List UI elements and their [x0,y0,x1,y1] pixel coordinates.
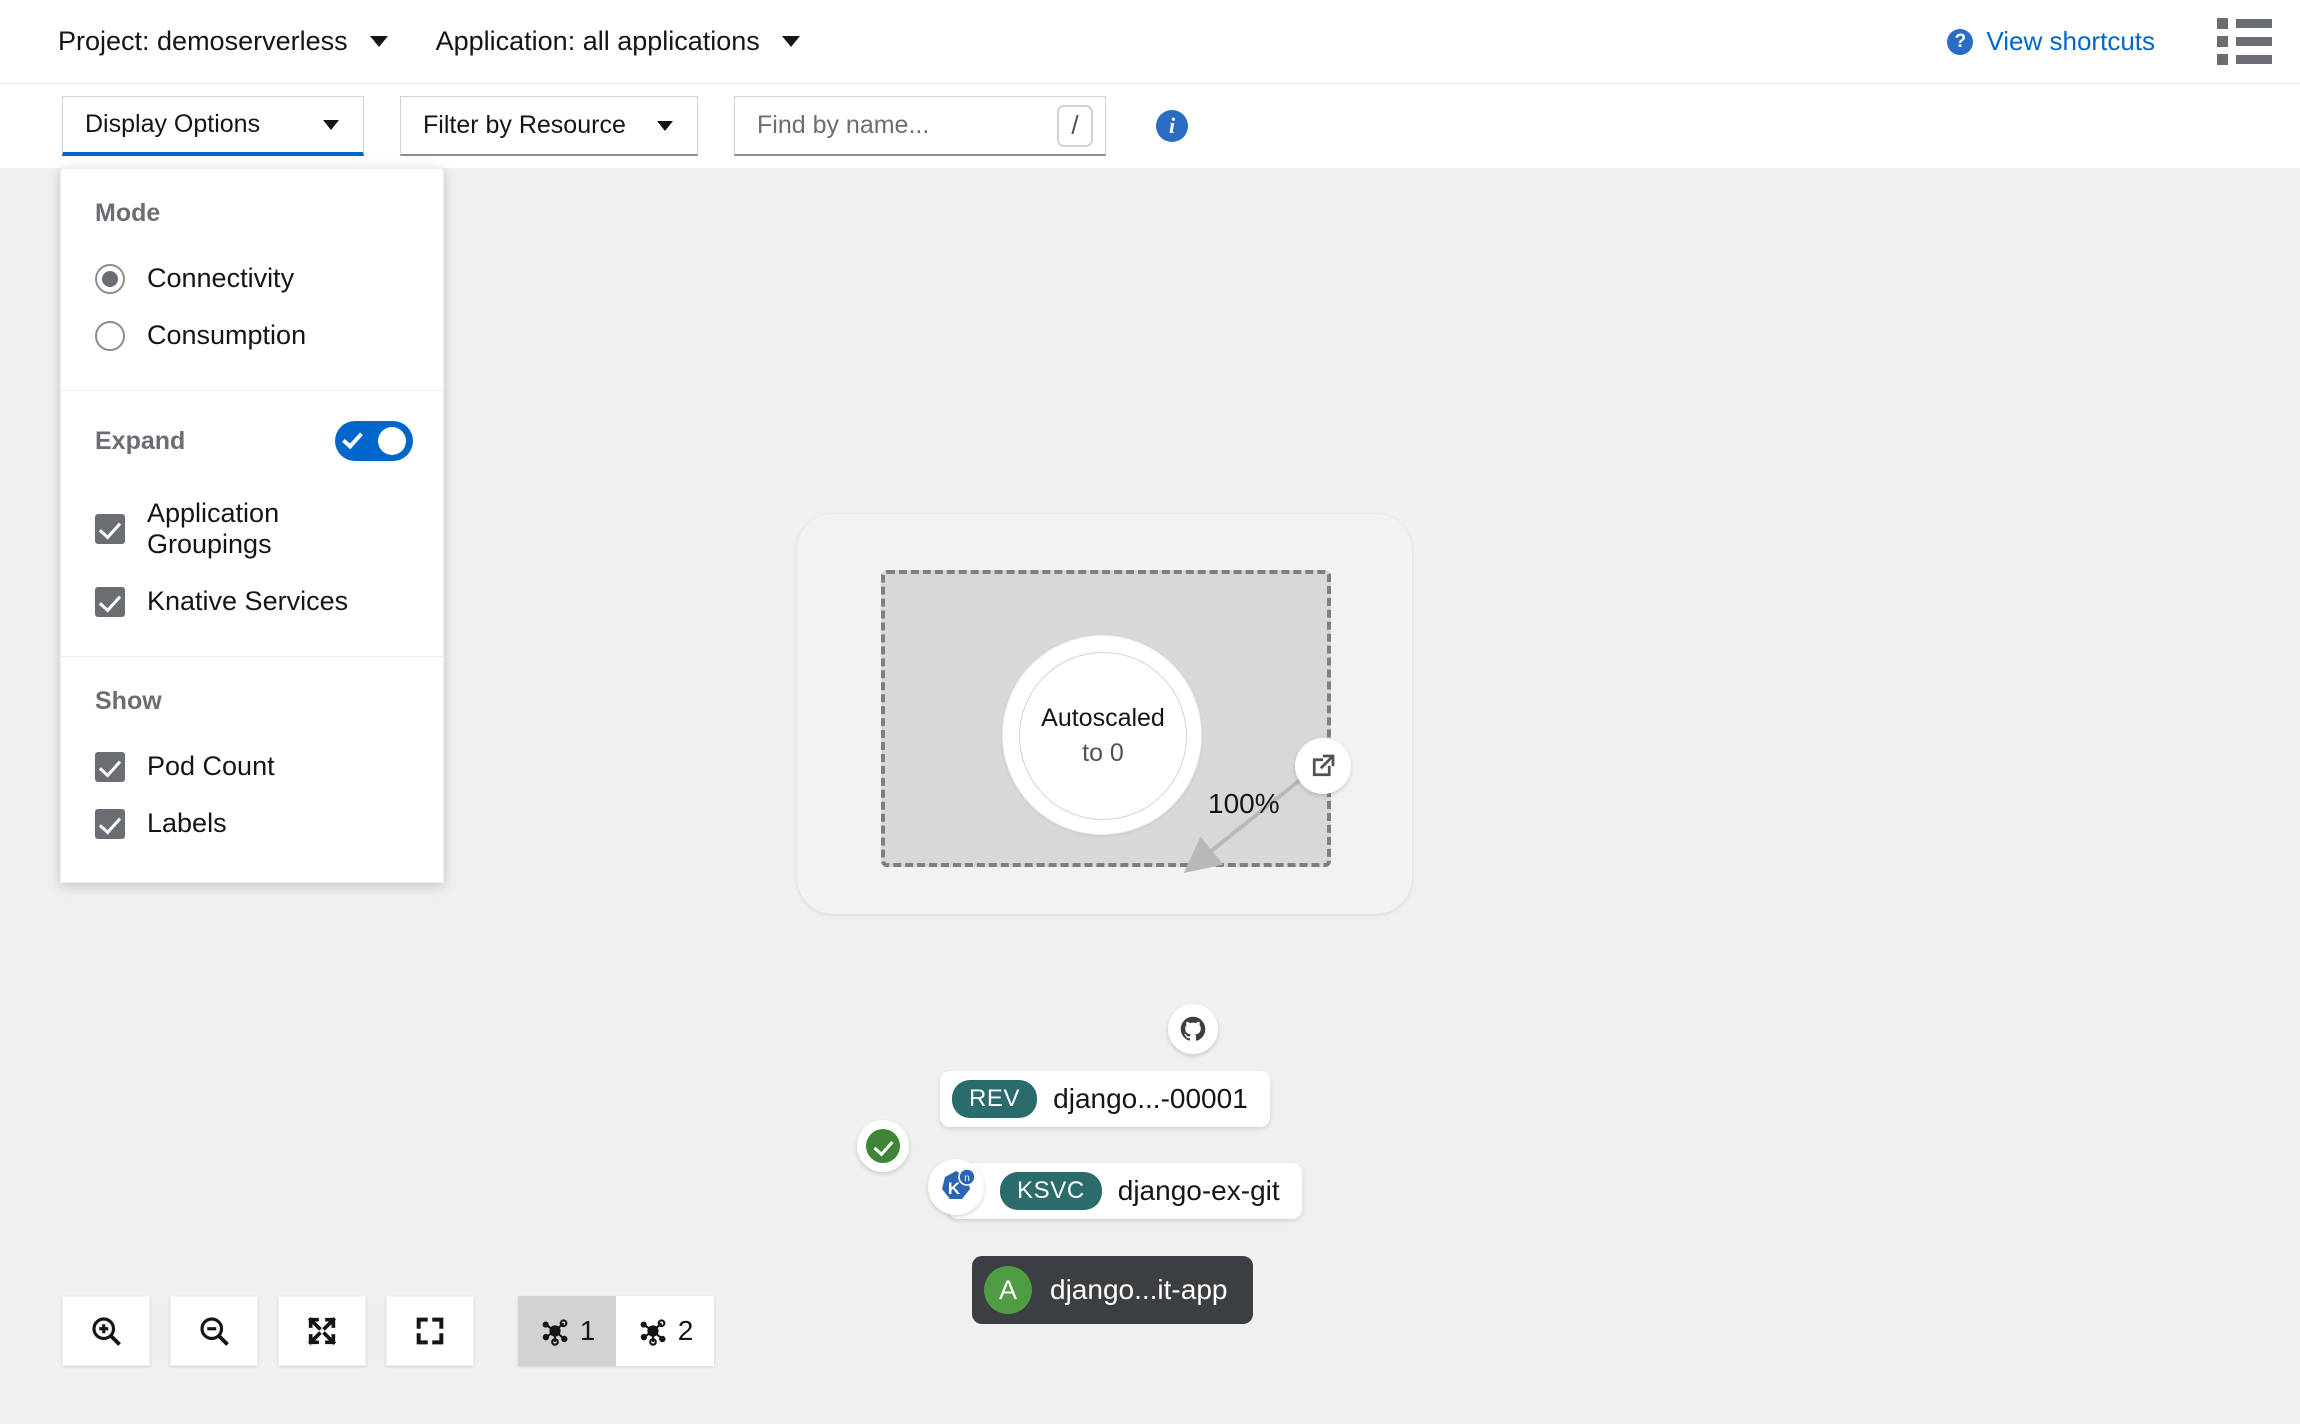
svg-text:K: K [948,1179,961,1198]
github-icon[interactable] [1168,1004,1218,1054]
checkbox-icon [95,751,125,782]
topology-group-1-button[interactable]: 1 [518,1296,616,1366]
menu-item-labels[interactable]: Labels [61,795,443,852]
menu-item-knative-services[interactable]: Knative Services [61,573,443,630]
checkbox-icon [95,808,125,839]
info-circle-icon[interactable]: i [1156,110,1188,142]
topology-group-2-button[interactable]: 2 [616,1296,714,1366]
checkbox-icon [95,514,125,544]
knative-service-label-pill[interactable]: KSVC django-ex-git [948,1163,1302,1219]
revision-label-pill[interactable]: REV django...-00001 [940,1071,1270,1127]
menu-item-label: Pod Count [147,751,275,781]
topology-icon [542,1319,568,1346]
top-bar: Project: demoserverless Application: all… [0,0,2300,84]
topology-group-2-label: 2 [677,1315,694,1346]
knative-icon: K n [928,1159,984,1215]
menu-item-consumption[interactable]: Consumption [61,307,443,364]
help-circle-icon: ? [1947,28,1974,55]
revision-circle-inner: Autoscaled to 0 [1019,652,1187,820]
toggle-knob [378,427,406,455]
expand-arrows-icon [308,1317,336,1345]
topology-icon [640,1319,666,1346]
zoom-in-button[interactable] [62,1296,150,1366]
chevron-down-icon [657,120,673,131]
status-ok-dot [866,1129,900,1163]
filter-by-resource-dropdown[interactable]: Filter by Resource [400,96,698,156]
autoscaled-count: to 0 [1082,739,1124,767]
external-link-icon[interactable] [1295,738,1351,794]
menu-item-label: Labels [147,808,227,838]
view-shortcuts-label: View shortcuts [1986,26,2155,56]
radio-icon [95,263,125,294]
revision-name: django...-00001 [1053,1083,1248,1114]
search-placeholder: Find by name... [757,111,930,139]
chevron-down-icon [781,36,800,47]
revision-badge: REV [952,1080,1038,1118]
filter-by-resource-label: Filter by Resource [423,111,626,139]
chevron-down-icon [323,119,339,130]
application-group-name: django...it-app [1050,1274,1228,1305]
traffic-percent-label: 100% [1208,788,1280,819]
knative-service-name: django-ex-git [1117,1175,1280,1206]
reset-view-button[interactable] [386,1296,474,1366]
search-shortcut-key: / [1057,104,1093,147]
search-input[interactable]: Find by name... / [734,96,1106,156]
menu-item-pod-count[interactable]: Pod Count [61,738,443,795]
autoscaled-label: Autoscaled [1041,704,1165,732]
crop-frame-icon [416,1317,444,1345]
checkbox-icon [95,586,125,617]
zoom-out-button[interactable] [170,1296,258,1366]
topology-group-1-label: 1 [579,1315,596,1346]
project-selector[interactable]: Project: demoserverless [58,26,388,57]
menu-item-label: Application Groupings [147,498,280,559]
canvas-controls: 1 2 [62,1296,714,1366]
application-selector[interactable]: Application: all applications [436,26,800,57]
application-avatar: A [984,1266,1032,1314]
display-options-menu: Mode Connectivity Consumption Expand App… [60,168,444,883]
check-icon [342,427,363,450]
list-view-icon[interactable] [2217,18,2272,65]
menu-section-title: Mode [95,199,161,227]
menu-section-expand: Expand Application Groupings Knative Ser… [61,390,443,656]
top-bar-actions: ? View shortcuts [1947,18,2272,65]
expand-toggle[interactable] [335,421,413,461]
chevron-down-icon [369,36,388,47]
check-circle-icon [857,1120,909,1172]
revision-circle[interactable]: Autoscaled to 0 [1002,635,1202,835]
application-selector-label: Application: all applications [435,26,760,56]
view-shortcuts-link[interactable]: ? View shortcuts [1947,26,2155,57]
zoom-in-icon [92,1317,121,1346]
menu-item-label: Connectivity [147,263,295,293]
menu-section-title: Expand [95,426,186,455]
topology-toolbar: Display Options Filter by Resource Find … [0,84,2300,168]
menu-item-label: Consumption [147,320,307,350]
menu-section-show: Show Pod Count Labels [61,656,443,878]
knative-service-badge: KSVC [1000,1172,1102,1210]
menu-section-title: Show [95,687,162,715]
zoom-out-icon [200,1317,229,1346]
application-group-label-pill[interactable]: A django...it-app [972,1256,1254,1324]
menu-item-connectivity[interactable]: Connectivity [61,250,443,307]
display-options-label: Display Options [85,110,261,138]
project-selector-label: Project: demoserverless [58,26,348,56]
menu-section-mode: Mode Connectivity Consumption [61,169,443,390]
menu-item-label: Knative Services [147,586,349,616]
svg-text:n: n [964,1173,970,1184]
radio-icon [95,320,125,351]
topology-group-toggle: 1 2 [518,1296,714,1366]
menu-item-application-groupings[interactable]: Application Groupings [61,485,443,573]
display-options-dropdown[interactable]: Display Options [62,96,364,156]
fit-to-screen-button[interactable] [278,1296,366,1366]
